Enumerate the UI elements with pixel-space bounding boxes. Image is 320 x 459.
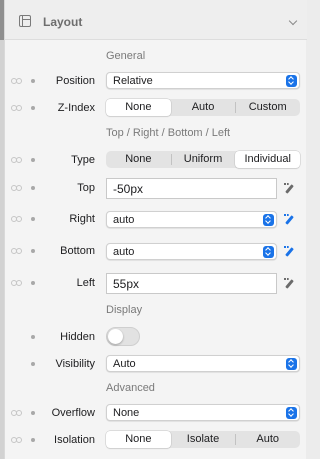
zindex-option-auto[interactable]: Auto — [171, 99, 236, 116]
type-option-uniform[interactable]: Uniform — [170, 151, 236, 168]
position-value: Relative — [113, 75, 153, 87]
isolation-segmented-control[interactable]: None Isolate Auto — [106, 431, 300, 448]
type-option-individual[interactable]: Individual — [235, 151, 301, 168]
top-value: -50px — [113, 182, 144, 196]
type-option-none[interactable]: None — [106, 151, 171, 168]
select-stepper-icon — [286, 74, 297, 87]
link-icon[interactable] — [11, 248, 22, 254]
left-value: 55px — [113, 277, 140, 291]
property-dot-indicator[interactable] — [31, 186, 35, 190]
right-label: Right — [69, 213, 95, 225]
toggle-knob — [108, 329, 123, 344]
property-dot-indicator[interactable] — [31, 335, 35, 339]
link-icon[interactable] — [11, 280, 22, 286]
layout-title: Layout — [43, 15, 83, 29]
select-stepper-icon — [286, 406, 297, 419]
left-label: Left — [76, 277, 95, 289]
select-stepper-icon — [263, 245, 274, 258]
visibility-select[interactable]: Auto — [106, 355, 300, 372]
layout-section-header[interactable]: Layout — [5, 0, 307, 40]
isolation-option-isolate[interactable]: Isolate — [171, 431, 236, 448]
link-icon[interactable] — [11, 410, 22, 416]
overflow-value: None — [113, 407, 140, 419]
property-dot-indicator[interactable] — [31, 106, 35, 110]
position-select[interactable]: Relative — [106, 72, 300, 89]
link-icon[interactable] — [11, 216, 22, 222]
hidden-label: Hidden — [60, 331, 95, 343]
link-icon[interactable] — [11, 157, 22, 163]
top-input[interactable]: -50px — [106, 178, 277, 199]
property-dot-indicator[interactable] — [31, 217, 35, 221]
top-label: Top — [77, 182, 95, 194]
zindex-label: Z-Index — [57, 102, 95, 114]
isolation-option-auto[interactable]: Auto — [235, 431, 300, 448]
type-label: Type — [71, 154, 95, 166]
link-icon[interactable] — [11, 185, 22, 191]
right-value: auto — [113, 214, 135, 226]
property-dot-indicator[interactable] — [31, 362, 35, 366]
isolation-label: Isolation — [54, 434, 95, 446]
magic-wand-icon[interactable] — [284, 183, 295, 194]
property-dot-indicator[interactable] — [31, 411, 35, 415]
select-stepper-icon — [263, 213, 274, 226]
left-input[interactable]: 55px — [106, 273, 277, 294]
property-dot-indicator[interactable] — [31, 249, 35, 253]
section-display-title: Display — [106, 304, 143, 316]
chevron-down-icon[interactable] — [288, 16, 298, 26]
type-segmented-control[interactable]: None Uniform Individual — [106, 151, 301, 168]
section-general-title: General — [106, 50, 146, 62]
layout-inspector-panel: Layout General Position Relative Z-Index… — [4, 0, 307, 459]
property-dot-indicator[interactable] — [31, 158, 35, 162]
bottom-select[interactable]: auto — [106, 243, 277, 260]
zindex-option-none[interactable]: None — [106, 99, 171, 116]
zindex-segmented-control[interactable]: None Auto Custom — [106, 99, 300, 116]
section-trbl-title: Top / Right / Bottom / Left — [106, 127, 231, 139]
section-advanced-title: Advanced — [106, 382, 155, 394]
overflow-select[interactable]: None — [106, 404, 300, 421]
property-dot-indicator[interactable] — [31, 438, 35, 442]
select-stepper-icon — [286, 357, 297, 370]
magic-wand-icon[interactable] — [284, 214, 295, 225]
magic-wand-icon[interactable] — [284, 246, 295, 257]
bottom-value: auto — [113, 246, 135, 258]
property-dot-indicator[interactable] — [31, 79, 35, 83]
overflow-label: Overflow — [51, 407, 95, 419]
link-icon[interactable] — [11, 105, 22, 111]
visibility-value: Auto — [113, 358, 136, 370]
link-icon[interactable] — [11, 78, 22, 84]
isolation-option-none[interactable]: None — [106, 431, 171, 448]
property-dot-indicator[interactable] — [31, 281, 35, 285]
right-select[interactable]: auto — [106, 211, 277, 228]
zindex-option-custom[interactable]: Custom — [235, 99, 300, 116]
magic-wand-icon[interactable] — [284, 278, 295, 289]
bottom-label: Bottom — [60, 245, 95, 257]
link-icon[interactable] — [11, 437, 22, 443]
hidden-toggle[interactable] — [106, 327, 140, 346]
layout-icon — [19, 15, 31, 27]
visibility-label: Visibility — [55, 358, 95, 370]
position-label: Position — [55, 75, 95, 87]
